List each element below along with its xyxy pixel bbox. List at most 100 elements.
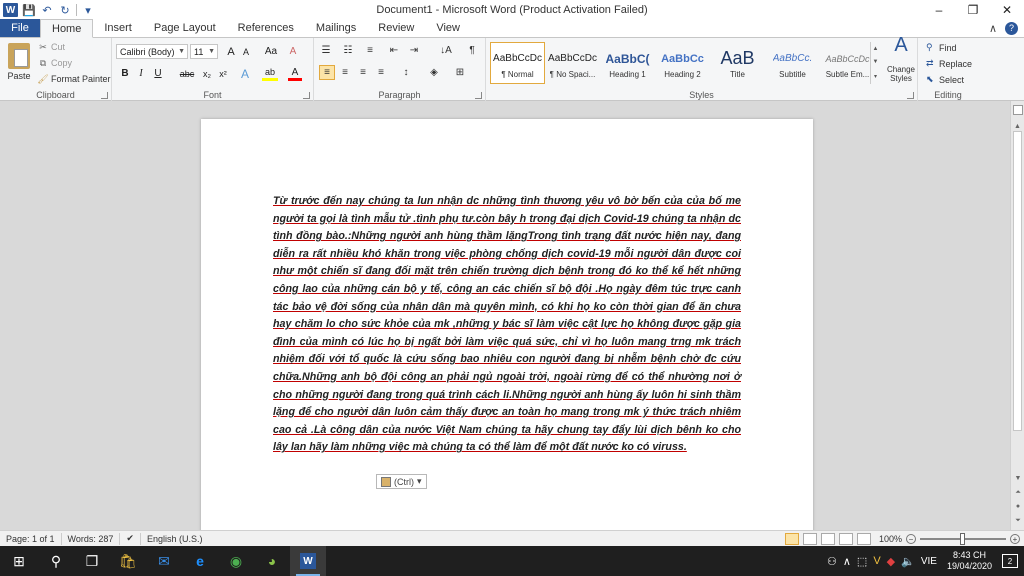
collapse-ribbon-icon[interactable]: ∧ xyxy=(989,22,997,35)
copy-button[interactable]: ⧉ Copy xyxy=(38,58,72,69)
numbering-icon[interactable]: ☷ xyxy=(340,43,356,58)
bold-button[interactable]: B xyxy=(119,66,131,81)
tab-insert[interactable]: Insert xyxy=(93,19,143,37)
align-left-icon[interactable]: ≡ xyxy=(319,65,335,80)
browse-object-icon[interactable]: ● xyxy=(1011,501,1024,512)
document-body-text[interactable]: Từ trước đến nay chúng ta lun nhận dc nh… xyxy=(273,193,741,457)
line-spacing-icon[interactable]: ↕ xyxy=(398,65,414,80)
cut-button[interactable]: ✂ Cut xyxy=(38,42,65,53)
grow-font-button[interactable]: A xyxy=(224,44,238,59)
close-button[interactable]: ✕ xyxy=(990,0,1024,20)
customize-qat-icon[interactable]: ▾ xyxy=(81,3,95,17)
zoom-out-icon[interactable]: − xyxy=(906,534,916,544)
undo-icon[interactable]: ↶ xyxy=(40,3,54,17)
decrease-indent-icon[interactable]: ⇤ xyxy=(386,43,402,58)
change-case-button[interactable]: Aa xyxy=(262,44,280,59)
document-page[interactable]: Từ trước đến nay chúng ta lun nhận dc nh… xyxy=(201,119,813,530)
tab-view[interactable]: View xyxy=(425,19,471,37)
superscript-button[interactable]: x² xyxy=(216,66,230,81)
search-icon[interactable]: ⚲ xyxy=(38,546,74,576)
previous-page-icon[interactable]: ⏶ xyxy=(1011,487,1024,498)
font-size-select[interactable]: 11 ▼ xyxy=(190,44,218,59)
unikey-icon[interactable]: V xyxy=(873,555,880,567)
replace-button[interactable]: ⇄ Replace xyxy=(926,58,972,69)
strikethrough-button[interactable]: abc xyxy=(178,66,196,81)
redo-icon[interactable]: ↻ xyxy=(58,3,72,17)
people-icon[interactable]: ⚇ xyxy=(827,555,837,568)
sort-icon[interactable]: ↓A xyxy=(438,43,454,58)
font-launcher-icon[interactable] xyxy=(303,92,310,99)
style-no-spacing[interactable]: AaBbCcDc ¶ No Spaci... xyxy=(545,42,600,84)
tab-review[interactable]: Review xyxy=(367,19,425,37)
style-heading-2[interactable]: AaBbCc Heading 2 xyxy=(655,42,710,84)
format-painter-button[interactable]: 🖌 Format Painter xyxy=(37,74,110,85)
help-icon[interactable]: ? xyxy=(1005,21,1018,35)
store-icon[interactable]: 🛍 xyxy=(110,546,146,576)
coccoc-icon[interactable]: ◕ xyxy=(254,546,290,576)
borders-icon[interactable]: ⊞ xyxy=(452,65,468,80)
zoom-in-icon[interactable]: + xyxy=(1010,534,1020,544)
start-windows-icon[interactable]: ⊞ xyxy=(0,546,38,576)
italic-button[interactable]: I xyxy=(135,66,147,81)
chrome-icon[interactable]: ◉ xyxy=(218,546,254,576)
bullets-icon[interactable]: ☰ xyxy=(318,43,334,58)
align-right-icon[interactable]: ≡ xyxy=(355,65,371,80)
shrink-font-button[interactable]: A xyxy=(240,44,252,59)
zoom-level[interactable]: 100% xyxy=(879,534,902,544)
print-layout-view-icon[interactable] xyxy=(784,533,799,545)
tab-home[interactable]: Home xyxy=(40,19,94,38)
font-family-select[interactable]: Calibri (Body) ▼ xyxy=(116,44,188,59)
shading-icon[interactable]: ◈ xyxy=(426,65,442,80)
paste-options-button[interactable]: (Ctrl) ▾ xyxy=(376,474,427,489)
zoom-slider-knob[interactable] xyxy=(960,533,965,545)
show-hidden-icons-chevron-up-icon[interactable]: ∧ xyxy=(843,555,851,568)
subscript-button[interactable]: x₂ xyxy=(200,66,214,81)
chevron-down-icon[interactable]: ▼ xyxy=(873,59,879,65)
network-icon[interactable]: ⬚ xyxy=(857,555,867,568)
proofing-status[interactable]: ✔ xyxy=(120,532,141,545)
word-taskbar-icon[interactable]: W xyxy=(290,546,326,576)
clipboard-launcher-icon[interactable] xyxy=(101,92,108,99)
text-effects-button[interactable]: A xyxy=(238,66,252,81)
style-normal[interactable]: AaBbCcDc ¶ Normal xyxy=(490,42,545,84)
next-page-icon[interactable]: ⏷ xyxy=(1011,515,1024,526)
word-app-icon[interactable]: W xyxy=(3,3,18,17)
draft-view-icon[interactable] xyxy=(856,533,871,545)
edge-icon[interactable]: e xyxy=(182,546,218,576)
tab-page-layout[interactable]: Page Layout xyxy=(143,19,227,37)
multilevel-list-icon[interactable]: ≡ xyxy=(362,43,378,58)
antivirus-icon[interactable]: ◆ xyxy=(887,555,895,568)
chevron-up-icon[interactable]: ▲ xyxy=(873,46,879,52)
input-language[interactable]: VIE xyxy=(921,556,937,567)
clear-formatting-button[interactable]: A xyxy=(286,44,300,59)
full-screen-reading-icon[interactable] xyxy=(802,533,817,545)
vertical-scrollbar[interactable]: ▲ ▼ ⏶ ● ⏷ xyxy=(1010,101,1024,530)
styles-launcher-icon[interactable] xyxy=(907,92,914,99)
clock[interactable]: 8:43 CH 19/04/2020 xyxy=(943,550,996,572)
scrollbar-thumb[interactable] xyxy=(1013,131,1022,431)
show-formatting-icon[interactable]: ¶ xyxy=(464,43,480,58)
word-count[interactable]: Words: 287 xyxy=(62,532,121,545)
align-center-icon[interactable]: ≡ xyxy=(337,65,353,80)
page-count[interactable]: Page: 1 of 1 xyxy=(0,532,62,545)
increase-indent-icon[interactable]: ⇥ xyxy=(406,43,422,58)
change-styles-button[interactable]: A Change Styles xyxy=(883,35,919,87)
font-color-button[interactable]: A xyxy=(288,66,302,81)
zoom-slider[interactable] xyxy=(920,533,1006,545)
underline-button[interactable]: U xyxy=(151,66,165,81)
save-icon[interactable]: 💾 xyxy=(22,3,36,17)
mail-icon[interactable]: ✉ xyxy=(146,546,182,576)
style-title[interactable]: AaB Title xyxy=(710,42,765,84)
minimize-button[interactable]: – xyxy=(922,0,956,20)
more-styles-icon[interactable]: ▾ xyxy=(874,73,877,80)
notifications-icon[interactable]: 2 xyxy=(1002,554,1018,568)
paste-button[interactable]: Paste xyxy=(4,41,34,87)
justify-icon[interactable]: ≡ xyxy=(373,65,389,80)
volume-icon[interactable]: 🔈 xyxy=(901,555,915,568)
styles-gallery-scroll[interactable]: ▲ ▼ ▾ xyxy=(870,42,880,84)
scroll-down-icon[interactable]: ▼ xyxy=(1011,473,1024,484)
select-button[interactable]: ⬉ Select xyxy=(926,74,964,85)
language-status[interactable]: English (U.S.) xyxy=(141,533,209,545)
web-layout-icon[interactable] xyxy=(820,533,835,545)
tab-references[interactable]: References xyxy=(227,19,305,37)
